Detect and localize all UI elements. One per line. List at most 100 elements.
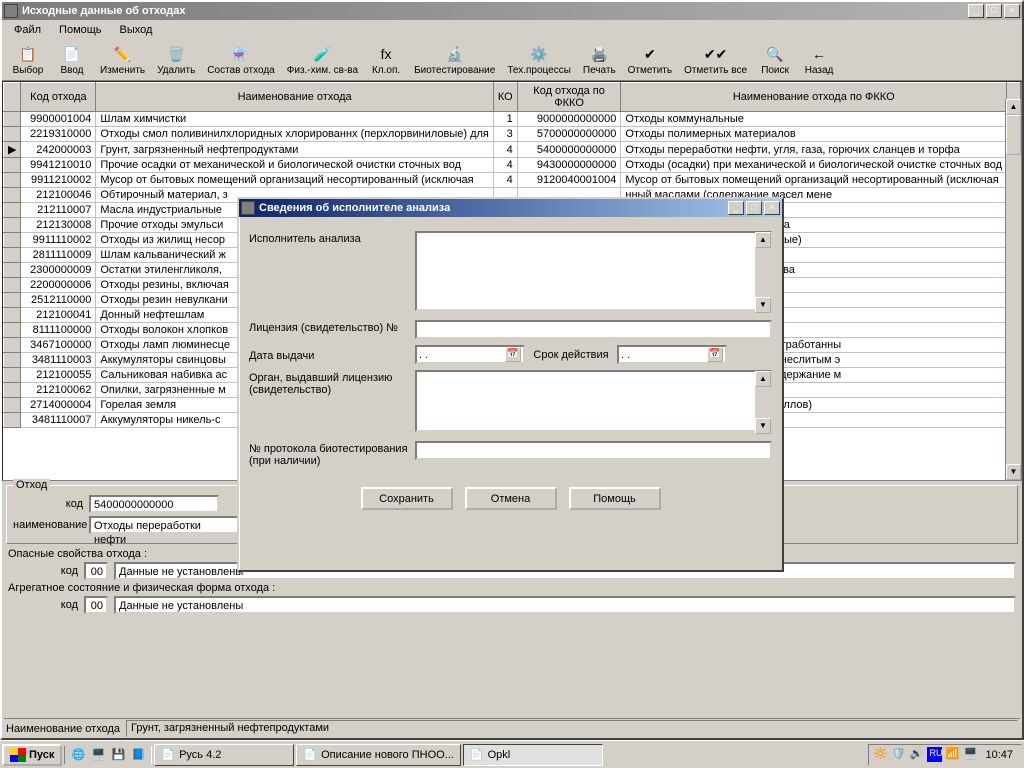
column-header[interactable]: Наименование отхода по ФККО [621, 83, 1007, 112]
toolbar-изменить[interactable]: ✏️Изменить [94, 42, 151, 78]
tool-icon: ⚗️ [231, 44, 251, 64]
expiry-date-input[interactable]: . . 📅 [617, 345, 727, 364]
table-row[interactable]: 9900001004Шлам химчистки19000000000000От… [4, 112, 1021, 127]
table-row[interactable]: ▶242000003Грунт, загрязненный нефтепроду… [4, 142, 1021, 158]
scroll-down-button[interactable]: ▼ [1006, 464, 1021, 480]
column-header[interactable]: Наименование отхода [96, 83, 494, 112]
issue-date-label: Дата выдачи [249, 348, 409, 362]
start-button[interactable]: Пуск [2, 744, 62, 766]
analysis-dialog: Сведения об исполнителе анализа _ □ × Ис… [237, 197, 784, 572]
status-label: Наименование отхода [6, 723, 120, 735]
tool-icon: 🔍 [765, 44, 785, 64]
help-button[interactable]: Помощь [569, 487, 661, 510]
kod-field[interactable]: 5400000000000 [89, 495, 219, 513]
tool-icon: 📄 [62, 44, 82, 64]
app-icon[interactable]: 📘 [129, 746, 147, 764]
clock[interactable]: 10:47 [981, 749, 1017, 761]
dialog-minimize-button[interactable]: _ [728, 201, 744, 215]
task-button[interactable]: 📄Opkl [463, 744, 603, 766]
save-button[interactable]: Сохранить [361, 487, 453, 510]
cancel-button[interactable]: Отмена [465, 487, 557, 510]
save-icon[interactable]: 💾 [109, 746, 127, 764]
proto-label: № протокола биотестирования (при наличии… [249, 441, 409, 467]
license-label: Лицензия (свидетельство) № [249, 320, 409, 334]
toolbar-состав-отхода[interactable]: ⚗️Состав отхода [201, 42, 280, 78]
dialog-close-button[interactable]: × [764, 201, 780, 215]
tool-icon: 🗑️ [166, 44, 186, 64]
task-button[interactable]: 📄Описание нового ПНОО... [296, 744, 460, 766]
toolbar-тех-процессы[interactable]: ⚙️Тех.процессы [501, 42, 577, 78]
desktop-icon[interactable]: 🖥️ [89, 746, 107, 764]
table-row[interactable]: 2219310000Отходы смол поливинилхлоридных… [4, 127, 1021, 142]
task-button[interactable]: 📄Русь 4.2 [154, 744, 294, 766]
textarea-scroll-up[interactable]: ▲ [755, 371, 771, 387]
ie-icon[interactable]: 🌐 [69, 746, 87, 764]
executor-input[interactable] [415, 231, 772, 311]
danger-kod[interactable]: 00 [84, 562, 108, 580]
issue-date-input[interactable]: . . 📅 [415, 345, 525, 364]
column-header[interactable]: Код отхода [21, 83, 96, 112]
tool-icon: ✏️ [113, 44, 133, 64]
vertical-scrollbar[interactable]: ▲ ▼ [1005, 99, 1021, 480]
lang-indicator[interactable]: RU [927, 747, 942, 762]
tool-icon: ✔✔ [706, 44, 726, 64]
table-row[interactable]: 9941210010Прочие осадки от механической … [4, 158, 1021, 173]
state-kod[interactable]: 00 [84, 596, 108, 614]
toolbar-отметить[interactable]: ✔Отметить [622, 42, 678, 78]
menu-file[interactable]: Файл [6, 22, 49, 38]
toolbar-физ-хим-св-ва[interactable]: 🧪Физ.-хим. св-ва [281, 42, 364, 78]
scroll-up-button[interactable]: ▲ [1006, 99, 1021, 115]
group-label: Отход [13, 479, 50, 491]
tray-icon[interactable]: 🖥️ [963, 747, 978, 762]
menubar: Файл Помощь Выход [2, 20, 1022, 40]
dialog-titlebar[interactable]: Сведения об исполнителе анализа _ □ × [239, 199, 782, 217]
toolbar-отметить-все[interactable]: ✔✔Отметить все [678, 42, 753, 78]
main-titlebar: Исходные данные об отходах _ □ × [2, 2, 1022, 20]
toolbar-кл-оп-[interactable]: fxКл.оп. [364, 42, 408, 78]
naim-label: наименование [13, 519, 83, 531]
dialog-maximize-button[interactable]: □ [746, 201, 762, 215]
close-button[interactable]: × [1004, 4, 1020, 18]
main-title: Исходные данные об отходах [22, 5, 968, 17]
tool-icon: 🖨️ [589, 44, 609, 64]
tray-icon[interactable]: 🔊 [909, 747, 924, 762]
toolbar-печать[interactable]: 🖨️Печать [577, 42, 622, 78]
task-icon: 📄 [161, 748, 175, 761]
tray-icon[interactable]: 🔆 [873, 747, 888, 762]
tray-icon[interactable]: 🛡️ [891, 747, 906, 762]
toolbar-поиск[interactable]: 🔍Поиск [753, 42, 797, 78]
column-header[interactable]: КО [493, 83, 517, 112]
task-icon: 📄 [470, 748, 484, 761]
quick-launch: 🌐 🖥️ 💾 📘 [64, 746, 152, 764]
calendar-icon[interactable]: 📅 [707, 347, 723, 362]
proto-input[interactable] [415, 441, 772, 460]
toolbar-удалить[interactable]: 🗑️Удалить [151, 42, 201, 78]
toolbar-биотестирование[interactable]: 🔬Биотестирование [408, 42, 501, 78]
dialog-icon [241, 201, 255, 215]
menu-exit[interactable]: Выход [112, 22, 161, 38]
toolbar-выбор[interactable]: 📋Выбор [6, 42, 50, 78]
toolbar-ввод[interactable]: 📄Ввод [50, 42, 94, 78]
menu-help[interactable]: Помощь [51, 22, 110, 38]
scroll-thumb[interactable] [1006, 115, 1021, 155]
org-input[interactable] [415, 370, 772, 432]
status-value: Грунт, загрязненный нефтепродуктами [126, 720, 1018, 737]
tool-icon: ← [809, 44, 829, 64]
tool-icon: 📋 [18, 44, 38, 64]
naim-field[interactable]: Отходы переработки нефти [89, 516, 239, 534]
toolbar-назад[interactable]: ←Назад [797, 42, 841, 78]
minimize-button[interactable]: _ [968, 4, 984, 18]
kod-label: код [13, 498, 83, 510]
textarea-scroll-up[interactable]: ▲ [755, 232, 771, 248]
tray-icon[interactable]: 📶 [945, 747, 960, 762]
task-icon: 📄 [303, 748, 317, 761]
column-header[interactable]: Код отхода по ФККО [517, 83, 621, 112]
textarea-scroll-down[interactable]: ▼ [755, 297, 771, 313]
calendar-icon[interactable]: 📅 [505, 347, 521, 362]
table-row[interactable]: 9911210002Мусор от бытовых помещений орг… [4, 173, 1021, 188]
maximize-button[interactable]: □ [986, 4, 1002, 18]
tool-icon: 🔬 [445, 44, 465, 64]
state-text[interactable]: Данные не установлены [114, 596, 1016, 614]
textarea-scroll-down[interactable]: ▼ [755, 418, 771, 434]
license-input[interactable] [415, 320, 772, 339]
